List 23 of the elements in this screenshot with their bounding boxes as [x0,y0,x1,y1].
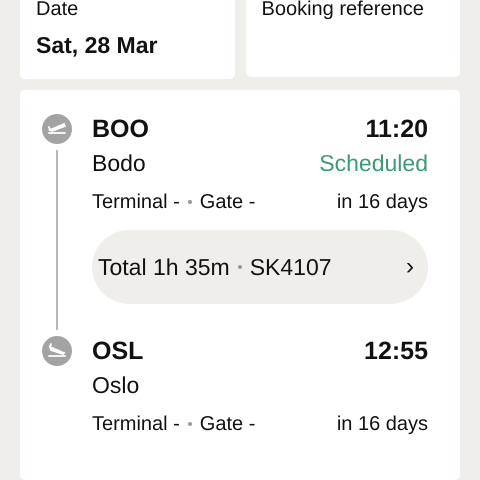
gate-text: Gate - [200,190,256,215]
landing-plane-icon [42,336,72,366]
flight-time: 12:55 [364,336,428,366]
terminal-text: Terminal - [92,190,180,215]
separator-dot [188,422,192,426]
flight-time: 11:20 [365,114,428,144]
city-name: Bodo [92,149,146,178]
airport-code: BOO [92,114,149,144]
field-label: Date [36,0,80,22]
city-name: Oslo [92,371,140,400]
airport-code: OSL [92,336,144,366]
flight-status: Scheduled [319,149,428,178]
gate-text: Gate - [200,412,256,437]
flight-details-button[interactable]: Total 1h 35m SK4107 › [92,230,428,304]
countdown-text: in 16 days [336,190,428,215]
field-label: Booking reference [262,0,425,22]
separator-dot [188,200,192,204]
separator-dot [238,265,242,269]
plane-takeoff-icon [42,114,72,144]
countdown-text: in 16 days [336,412,428,437]
chevron-icon: › [406,253,414,281]
terminal-text: Terminal - [92,412,180,437]
field-value: Sat, 28 Mar [36,32,158,59]
